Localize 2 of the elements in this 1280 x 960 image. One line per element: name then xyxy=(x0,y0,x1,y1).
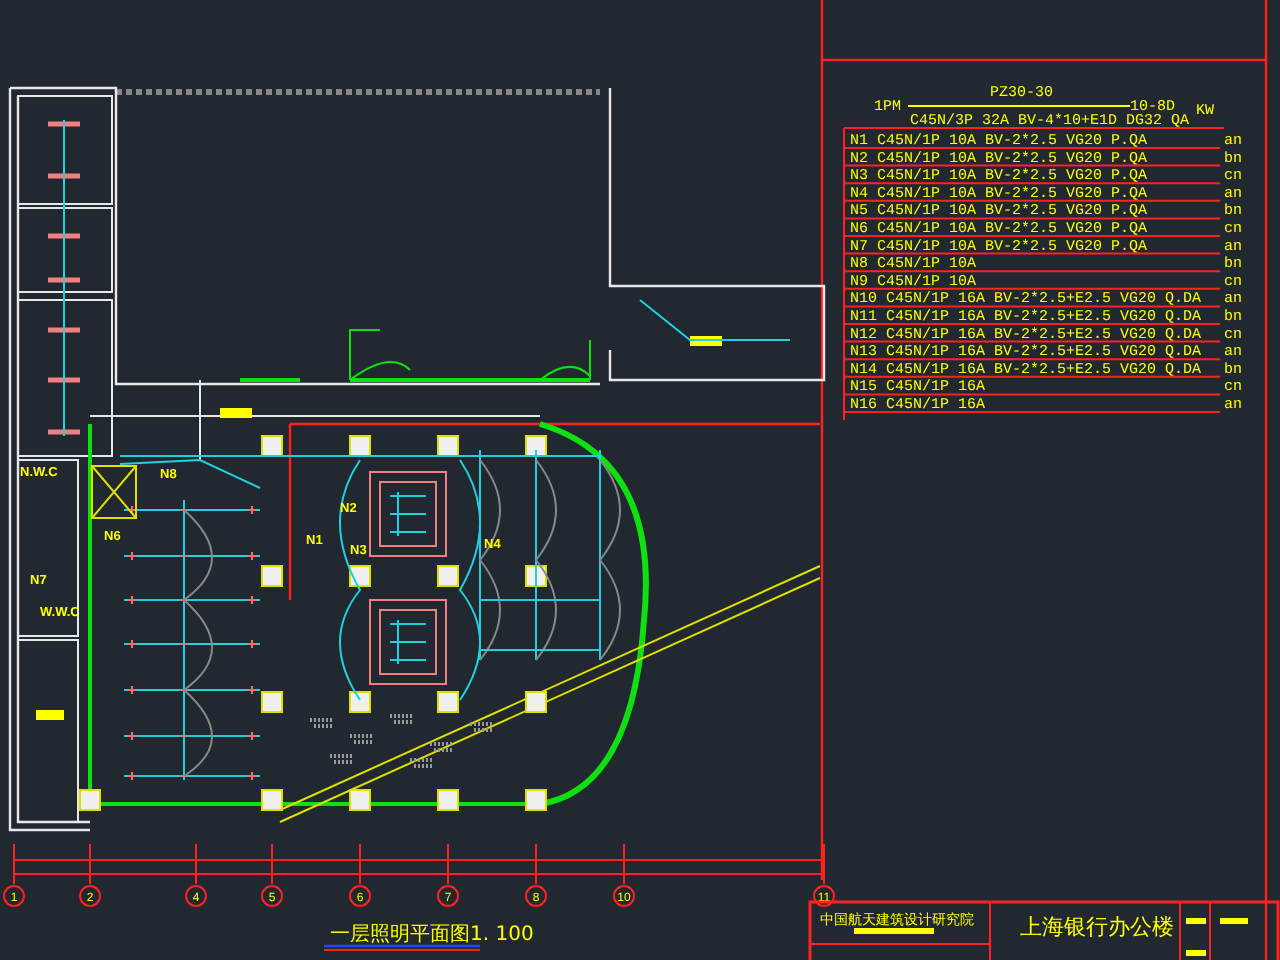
drawing-title: 一层照明平面图1. 100 xyxy=(330,924,534,946)
project-name: 上海银行办公楼 xyxy=(1020,914,1174,940)
